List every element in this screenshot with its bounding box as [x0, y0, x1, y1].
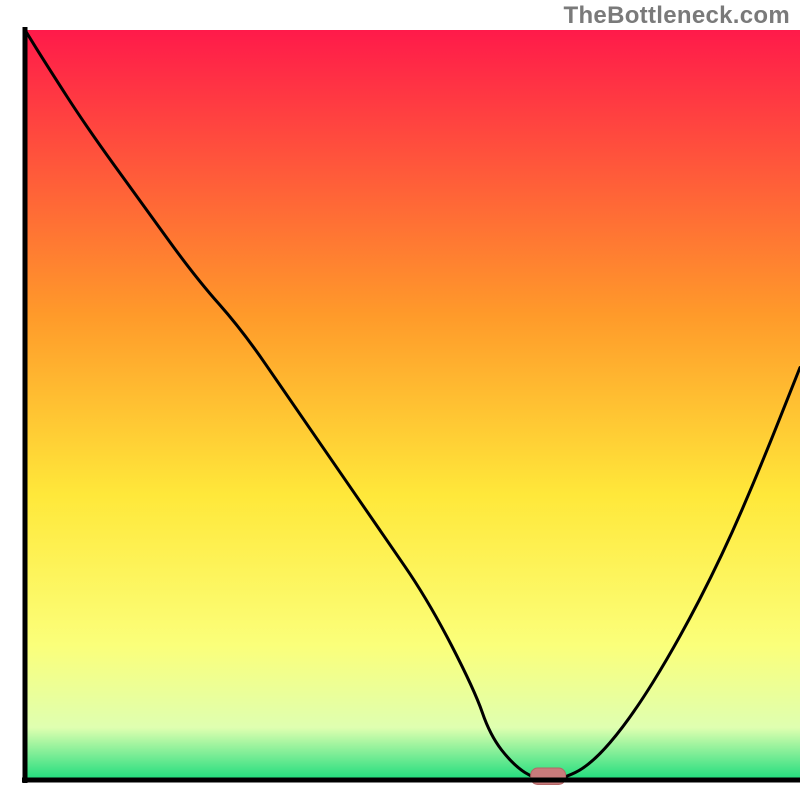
bottleneck-chart	[0, 0, 800, 800]
plot-background	[25, 30, 800, 780]
